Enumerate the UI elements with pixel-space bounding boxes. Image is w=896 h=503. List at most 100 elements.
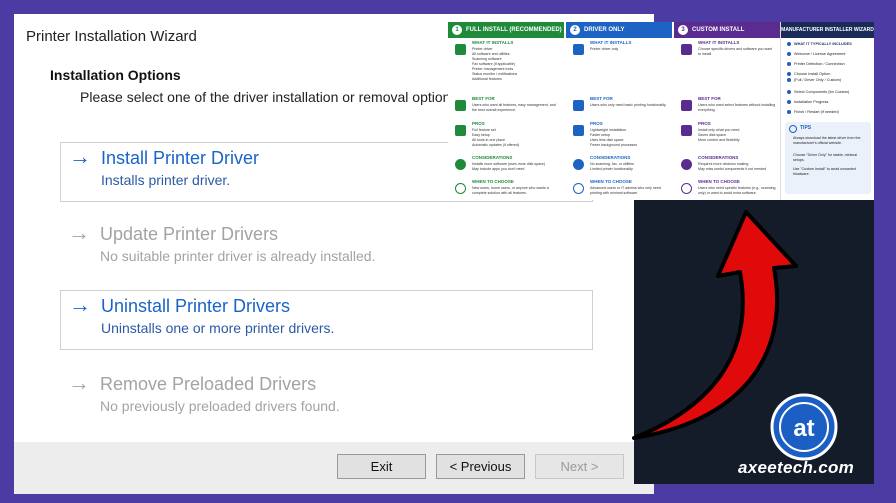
column-header: 1 FULL INSTALL (RECOMMENDED) (448, 22, 564, 38)
option-description: No previously preloaded drivers found. (100, 398, 340, 414)
section-title: CONSIDERATIONS (698, 155, 739, 160)
option-label: Uninstall Printer Drivers (101, 296, 291, 316)
section-title: BEST FOR (698, 96, 721, 101)
section-text: Users who only need basic printing funct… (590, 103, 667, 107)
column-header: 2 DRIVER ONLY (566, 22, 672, 38)
column-title: FULL INSTALL (466, 27, 508, 33)
section-title: WHEN TO CHOOSE (590, 179, 632, 184)
option-label: Remove Preloaded Drivers (100, 374, 317, 394)
check-circle-icon (573, 183, 584, 194)
section-when: WHEN TO CHOOSE New users, home users, or… (450, 179, 562, 199)
wizard-footer: Exit < Previous Next > (14, 442, 654, 494)
column-title: DRIVER ONLY (584, 27, 625, 33)
section-title: WHEN TO CHOOSE (472, 179, 514, 184)
thumbs-up-icon (573, 125, 584, 136)
manufacturer-installer-panel: MANUFACTURER INSTALLER WIZARD WHAT IT TY… (780, 22, 874, 200)
section-what: WHAT IT INSTALLS Printer driver All soft… (450, 40, 562, 90)
install-options-infographic: 1 FULL INSTALL (RECOMMENDED) WHAT IT INS… (448, 22, 874, 200)
check-circle-icon (455, 183, 466, 194)
box-icon (681, 44, 692, 55)
box-icon (455, 44, 466, 55)
column-header: 3 CUSTOM INSTALL (674, 22, 780, 38)
section-title: BEST FOR (472, 96, 495, 101)
column-title: CUSTOM INSTALL (692, 27, 745, 33)
section-text: Users who need specific features (e.g., … (698, 186, 776, 195)
user-icon (573, 100, 584, 111)
section-pros: PROS Full feature set Easy setup All too… (450, 121, 562, 151)
tips-box: TIPS Always download the latest driver f… (785, 122, 871, 194)
section-text: Install only what you need Saves disk sp… (698, 128, 740, 142)
check-circle-icon (681, 183, 692, 194)
section-considerations: CONSIDERATIONS Requires more decision ma… (676, 155, 778, 175)
manufacturer-header: MANUFACTURER INSTALLER WIZARD (781, 22, 874, 38)
section-best: BEST FOR Users who want all features, ea… (450, 96, 562, 118)
column-custom-install: 3 CUSTOM INSTALL WHAT IT INSTALLS Choose… (674, 22, 780, 200)
arrow-right-icon: → (68, 220, 90, 245)
option-uninstall-printer-drivers[interactable]: → Uninstall Printer Drivers Uninstalls o… (60, 290, 593, 350)
section-text: Users who want all features, easy manage… (472, 103, 556, 112)
option-description: Uninstalls one or more printer drivers. (101, 320, 335, 336)
options-heading: Installation Options (50, 67, 181, 83)
box-icon (573, 44, 584, 55)
section-text: Requires more decision making May miss u… (698, 162, 767, 171)
next-button: Next > (535, 454, 624, 479)
section-title: PROS (590, 121, 603, 126)
lightbulb-icon (789, 125, 797, 133)
section-what: WHAT IT INSTALLS Printer driver only (568, 40, 670, 90)
info-icon (455, 159, 466, 170)
exit-button[interactable]: Exit (337, 454, 426, 479)
number-badge: 1 (452, 25, 462, 35)
option-update-printer-drivers: → Update Printer Drivers No suitable pri… (60, 219, 593, 279)
section-pros: PROS Lightweight installation Faster set… (568, 121, 670, 151)
section-when: WHEN TO CHOOSE Users who need specific f… (676, 179, 778, 199)
section-text: Users who want select features without i… (698, 103, 776, 112)
tip-item: Use "Custom Install" to avoid unwanted b… (793, 167, 856, 176)
section-title: WHEN TO CHOOSE (698, 179, 740, 184)
manufacturer-step: Select Components (for Custom) (787, 90, 849, 94)
thumbs-up-icon (455, 125, 466, 136)
option-remove-preloaded-drivers: → Remove Preloaded Drivers No previously… (60, 369, 593, 429)
column-full-install: 1 FULL INSTALL (RECOMMENDED) WHAT IT INS… (448, 22, 564, 200)
section-what: WHAT IT INSTALLS Choose specific drivers… (676, 40, 778, 90)
section-best: BEST FOR Users who want select features … (676, 96, 778, 118)
manufacturer-step: (Full / Driver Only / Custom) (787, 78, 841, 82)
section-title: CONSIDERATIONS (590, 155, 631, 160)
window-title: Printer Installation Wizard (26, 28, 197, 45)
manufacturer-step: Welcome / License Agreement (787, 52, 845, 56)
manufacturer-step: Installation Progress (787, 100, 828, 104)
section-text: Printer driver only (590, 47, 619, 51)
thumbs-up-icon (681, 125, 692, 136)
manufacturer-step: Finish / Restart (if needed) (787, 110, 839, 114)
number-badge: 2 (570, 25, 580, 35)
column-tag: (RECOMMENDED) (509, 27, 562, 33)
tip-item: Always download the latest driver from t… (793, 136, 861, 145)
section-text: Lightweight installation Faster setup Us… (590, 128, 638, 147)
manufacturer-step: Choose Install Option (787, 72, 830, 76)
section-text: Installs more software (uses more disk s… (472, 162, 546, 171)
section-title: BEST FOR (590, 96, 613, 101)
manufacturer-step: Printer Detection / Connection (787, 62, 845, 66)
previous-button[interactable]: < Previous (436, 454, 525, 479)
section-text: No scanning, fax, or utilities Limited p… (590, 162, 634, 171)
section-pros: PROS Install only what you need Saves di… (676, 121, 778, 151)
section-when: WHEN TO CHOOSE Advanced users or IT admi… (568, 179, 670, 199)
section-title: PROS (472, 121, 485, 126)
manufacturer-subtitle: WHAT IT TYPICALLY INCLUDES (787, 42, 852, 46)
option-description: No suitable printer driver is already in… (100, 248, 376, 264)
section-text: Full feature set Easy setup All tools in… (472, 128, 520, 147)
section-title: WHAT IT INSTALLS (590, 40, 632, 45)
user-icon (681, 100, 692, 111)
section-title: WHAT IT INSTALLS (698, 40, 740, 45)
options-subheading: Please select one of the driver installa… (80, 89, 462, 105)
section-text: New users, home users, or anyone who wan… (472, 186, 549, 195)
section-title: WHAT IT INSTALLS (472, 40, 514, 45)
axeetech-logo-icon: at (769, 392, 839, 462)
section-text: Choose specific drivers and software you… (698, 47, 773, 56)
arrow-right-icon: → (68, 370, 90, 395)
brand-name: axeetech.com (738, 458, 855, 477)
user-icon (455, 100, 466, 111)
tip-item: Choose "Driver Only" for stable, minimal… (793, 153, 858, 162)
info-icon (681, 159, 692, 170)
section-considerations: CONSIDERATIONS No scanning, fax, or util… (568, 155, 670, 175)
number-badge: 3 (678, 25, 688, 35)
